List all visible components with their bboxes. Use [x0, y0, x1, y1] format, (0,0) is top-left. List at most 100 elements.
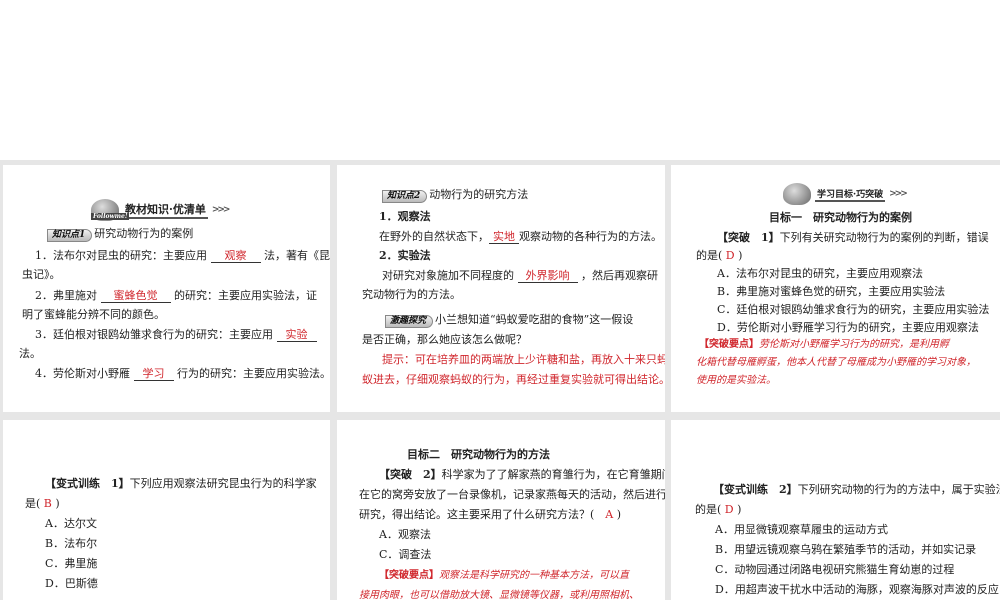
method-2-title: 2．实验法 [379, 249, 431, 262]
panel-knowledge-point-2: 知识点2 动物行为的研究方法 1．观察法 在野外的自然状态下， 实地 观察动物的各种行… [337, 165, 665, 412]
knowledge-point-title: 动物行为的研究方法 [429, 188, 529, 201]
option-b: B．用望远镜观察乌鸦在繁殖季节的活动，并如实记录 [715, 543, 977, 556]
arrows-icon: >>> [889, 189, 908, 199]
panel-variant-training-2: 【变式训练 2】下列研究动物的行为的方法中，属于实验法 的是( D ) A．用显… [671, 420, 1000, 600]
knowledge-point-title: 研究动物行为的案例 [94, 227, 194, 240]
section-banner: Followme! 教材知识·优清单 >>> [91, 199, 231, 221]
answer-blank: 实地 [489, 231, 519, 244]
text: 下列有关研究动物行为的案例的判断，错误 [779, 231, 989, 244]
question-label: 【突破 1】 [717, 231, 780, 244]
text: 的是( [696, 249, 723, 262]
question-line-2: 的是( D ) [695, 501, 741, 517]
question-line-2: 是( B ) [25, 495, 60, 511]
section-banner: 学习目标·巧突破 >>> [783, 183, 908, 205]
answer-blank: 学习 [133, 368, 174, 381]
answer-blank: 外界影响 [517, 270, 578, 283]
question-line-3: 研究，得出结论。这主要采用了什么研究方法？( A ) [359, 506, 621, 522]
banner-tag: Followme! [91, 213, 130, 220]
fun-explore-badge: 激趣探究 [385, 315, 434, 328]
question-line-1: 【突破 2】科学家为了了解家燕的育雏行为，在它育雏期间， [379, 466, 665, 482]
item-4: 4．劳伦斯对小野雁 学习 行为的研究：主要应用实验法。 [35, 365, 330, 381]
method-1-desc: 在野外的自然状态下， 实地 观察动物的各种行为的方法。 [379, 228, 662, 244]
question-line-1: 【突破 1】下列有关研究动物行为的案例的判断，错误 [717, 229, 989, 245]
fun-question-cont: 是否正确，那么她应该怎么做呢？ [362, 333, 527, 346]
option-c: C．动物园通过闭路电视研究熊猫生育幼崽的过程 [715, 563, 955, 576]
item-1: 1．法布尔对昆虫的研究：主要应用 观察 法，著有《昆 [35, 247, 330, 263]
text: 是( [25, 497, 41, 510]
item-text: 3．廷伯根对银鸥幼雏求食行为的研究：主要应用 [35, 328, 273, 341]
question-label: 【变式训练 2】 [713, 483, 798, 496]
option-a: A．用显微镜观察草履虫的运动方式 [715, 523, 888, 536]
text: ) [616, 508, 622, 521]
item-text: 1．法布尔对昆虫的研究：主要应用 [35, 249, 207, 262]
answer: D [724, 503, 734, 516]
item-text: 2．弗里施对 [35, 289, 97, 302]
text: 对研究对象施加不同程度的 [382, 269, 514, 282]
method-1-title: 1．观察法 [379, 210, 431, 223]
text: 的是( [695, 503, 722, 516]
item-text: 行为的研究：主要应用实验法。 [177, 367, 330, 380]
key-point-line-2: 化箱代替母雁孵蛋，他本人代替了母雁成为小野雁的学习对象， [696, 357, 976, 368]
item-1-cont: 虫记》。 [22, 268, 61, 281]
question-label: 【突破 2】 [379, 468, 442, 481]
panel-goal-1: 学习目标·巧突破 >>> 目标一 研究动物行为的案例 【突破 1】下列有关研究动… [671, 165, 1000, 412]
panel-variant-training-1: 【变式训练 1】下列应用观察法研究昆虫行为的科学家 是( B ) A．达尔文 B… [3, 420, 330, 600]
mascot-icon [783, 183, 811, 205]
text: 下列应用观察法研究昆虫行为的科学家 [129, 477, 317, 490]
option-a: A．法布尔对昆虫的研究，主要应用观察法 [717, 267, 923, 280]
banner-title: 教材知识·优清单 [123, 201, 208, 219]
answer-blank: 观察 [210, 250, 261, 263]
text: ，然后再观察研 [581, 269, 658, 282]
text: 科学家为了了解家燕的育雏行为，在它育雏期间， [441, 468, 665, 481]
text: 小兰想知道“蚂蚁爱吃甜的食物”这一假设 [435, 313, 634, 326]
panel-goal-2: 目标二 研究动物行为的方法 【突破 2】科学家为了了解家燕的育雏行为，在它育雏期… [337, 420, 665, 600]
answer: B [43, 497, 52, 510]
question-line-1: 【变式训练 2】下列研究动物的行为的方法中，属于实验法 [713, 481, 1000, 497]
hint-line-2: 蚁进去，仔细观察蚂蚁的行为，再经过重复实验就可得出结论。 [362, 373, 665, 386]
item-2: 2．弗里施对 蜜蜂色觉 的研究：主要应用实验法，证 [35, 287, 317, 303]
option-a: A．观察法 [379, 528, 431, 541]
knowledge-point-heading: 知识点2 动物行为的研究方法 [382, 186, 528, 203]
method-2-desc-cont: 究动物行为的方法。 [362, 288, 461, 301]
option-c: C．调查法 [379, 548, 432, 561]
option-b: B．弗里施对蜜蜂色觉的研究，主要应用实验法 [717, 285, 946, 298]
fun-question: 激趣探究 小兰想知道“蚂蚁爱吃甜的食物”这一假设 [385, 311, 633, 328]
text: 下列研究动物的行为的方法中，属于实验法 [797, 483, 1000, 496]
knowledge-point-badge: 知识点1 [47, 229, 93, 242]
key-point-line-3: 使用的是实验法。 [696, 375, 776, 386]
text: 劳伦斯对小野雁学习行为的研究，是利用孵 [759, 339, 949, 350]
option-d: D．用超声波干扰水中活动的海豚，观察海豚对声波的反应 [715, 583, 999, 596]
answer-blank: 实验 [276, 329, 317, 342]
key-point-label: 【突破要点】 [379, 570, 439, 581]
key-point-line-2: 接用肉眼，也可以借助放大镜、显微镜等仪器，或利用照相机、 [359, 590, 639, 600]
option-a: A．达尔文 [45, 517, 97, 530]
key-point-label: 【突破要点】 [699, 339, 759, 350]
key-point-line-1: 【突破要点】观察法是科学研究的一种基本方法，可以直 [379, 566, 629, 581]
text: 在野外的自然状态下， [379, 230, 489, 243]
text: 观察动物的各种行为的方法。 [519, 230, 662, 243]
item-text: 法，著有《昆 [264, 249, 330, 262]
text: ) [55, 497, 60, 510]
option-c: C．廷伯根对银鸥幼雏求食行为的研究，主要应用实验法 [717, 303, 990, 316]
option-d: D．劳伦斯对小野雁学习行为的研究，主要应用观察法 [717, 321, 979, 334]
hint-line-1: 提示：可在培养皿的两端放上少许糖和盐，再放入十来只蚂 [382, 353, 665, 366]
text: ) [737, 503, 742, 516]
method-2-desc: 对研究对象施加不同程度的 外界影响 ，然后再观察研 [382, 267, 658, 283]
answer-blank: 蜜蜂色觉 [100, 290, 171, 303]
panel-knowledge-point-1: Followme! 教材知识·优清单 >>> 知识点1 研究动物行为的案例 1．法… [3, 165, 330, 412]
question-line-2: 的是( D ) [696, 247, 742, 263]
option-d: D．巴斯德 [45, 577, 98, 590]
question-line-1: 【变式训练 1】下列应用观察法研究昆虫行为的科学家 [45, 475, 317, 491]
text: 观察法是科学研究的一种基本方法，可以直 [439, 570, 629, 581]
arrows-icon: >>> [211, 205, 231, 215]
item-3-cont: 法。 [19, 347, 41, 360]
text: 研究，得出结论。这主要采用了什么研究方法？( [359, 508, 595, 521]
item-text: 的研究：主要应用实验法，证 [174, 289, 317, 302]
text: ) [738, 249, 743, 262]
item-text: 4．劳伦斯对小野雁 [35, 367, 130, 380]
knowledge-point-badge: 知识点2 [382, 190, 428, 203]
answer: D [725, 249, 735, 262]
answer: A [605, 508, 614, 521]
goal-title: 目标一 研究动物行为的案例 [769, 211, 912, 224]
question-line-2: 在它的窝旁安放了一台录像机，记录家燕每天的活动，然后进行 [359, 488, 665, 501]
